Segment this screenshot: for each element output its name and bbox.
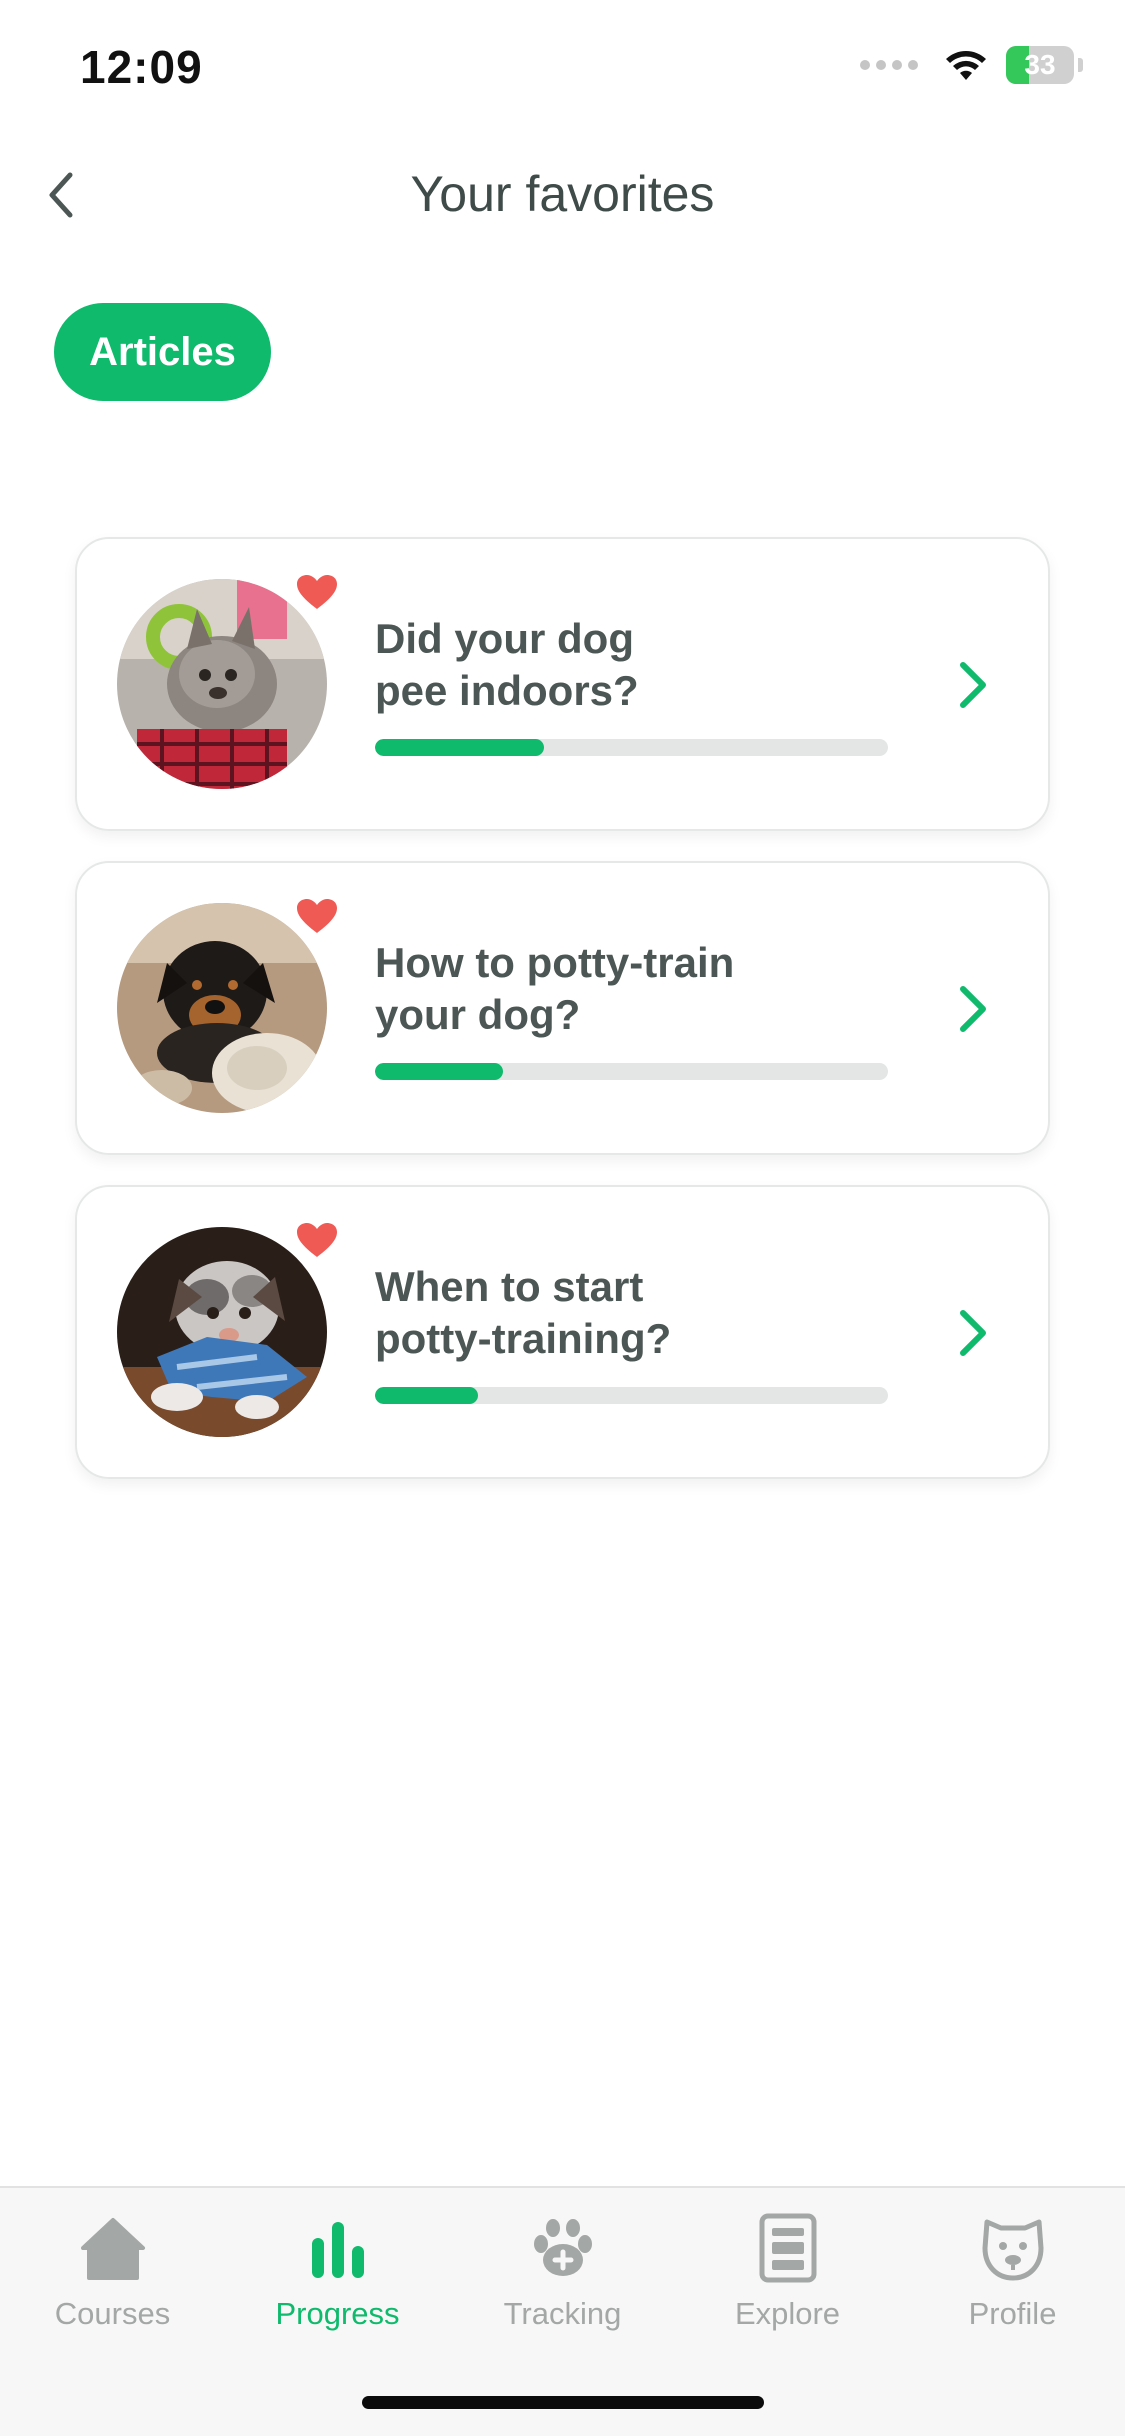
article-progress-fill: [375, 739, 545, 756]
dog-face-icon: [982, 2219, 1043, 2281]
article-card[interactable]: How to potty-train your dog?: [75, 861, 1050, 1155]
page-title: Your favorites: [410, 166, 715, 222]
favorite-heart-icon[interactable]: [297, 899, 337, 935]
article-progress-bar: [375, 1387, 888, 1404]
rottweiler-puppy-photo: [117, 903, 327, 1113]
tab-profile[interactable]: Profile: [900, 2208, 1125, 2348]
favorite-heart-icon[interactable]: [297, 575, 337, 611]
tab-label: Courses: [54, 2296, 171, 2331]
tab-label: Profile: [968, 2296, 1057, 2331]
article-progress-fill: [375, 1387, 478, 1404]
status-time: 12:09: [80, 41, 203, 93]
tab-courses[interactable]: Courses: [0, 2208, 225, 2348]
article-progress-bar: [375, 739, 888, 756]
tab-label: Progress: [275, 2296, 400, 2331]
chevron-right-icon: [960, 662, 986, 708]
paw-plus-icon: [533, 2219, 592, 2276]
article-progress-bar: [375, 1063, 888, 1080]
article-title: When to start potty-training?: [375, 1263, 672, 1362]
home-indicator: [362, 2396, 764, 2409]
tab-label: Explore: [734, 2296, 841, 2331]
status-bar: 12:09 33: [0, 0, 1125, 140]
wifi-icon: [946, 51, 986, 80]
battery-icon: 33: [1006, 46, 1074, 84]
chevron-right-icon: [960, 986, 986, 1032]
tab-tracking[interactable]: Tracking: [450, 2208, 675, 2348]
french-bulldog-puppy-photo: [117, 579, 327, 789]
article-card[interactable]: When to start potty-training?: [75, 1185, 1050, 1479]
tab-explore[interactable]: Explore: [675, 2208, 900, 2348]
battery-level: 33: [1024, 49, 1056, 80]
document-icon: [759, 2213, 816, 2283]
house-icon: [80, 2218, 145, 2280]
australian-shepherd-puppy-photo: [117, 1227, 327, 1437]
battery-cap: [1078, 58, 1083, 72]
tab-label: Tracking: [503, 2296, 622, 2331]
article-title: Did your dog pee indoors?: [375, 615, 639, 714]
status-indicators: 33: [860, 46, 1083, 84]
cellular-signal-icon: [860, 60, 918, 70]
article-title: How to potty-train your dog?: [375, 939, 735, 1038]
bar-chart-icon: [311, 2222, 364, 2278]
article-progress-fill: [375, 1063, 504, 1080]
tab-progress[interactable]: Progress: [225, 2208, 450, 2348]
articles-filter-chip[interactable]: Articles: [54, 303, 271, 401]
favorite-heart-icon[interactable]: [297, 1223, 337, 1259]
article-card[interactable]: Did your dog pee indoors?: [75, 537, 1050, 831]
chevron-right-icon: [960, 1310, 986, 1356]
